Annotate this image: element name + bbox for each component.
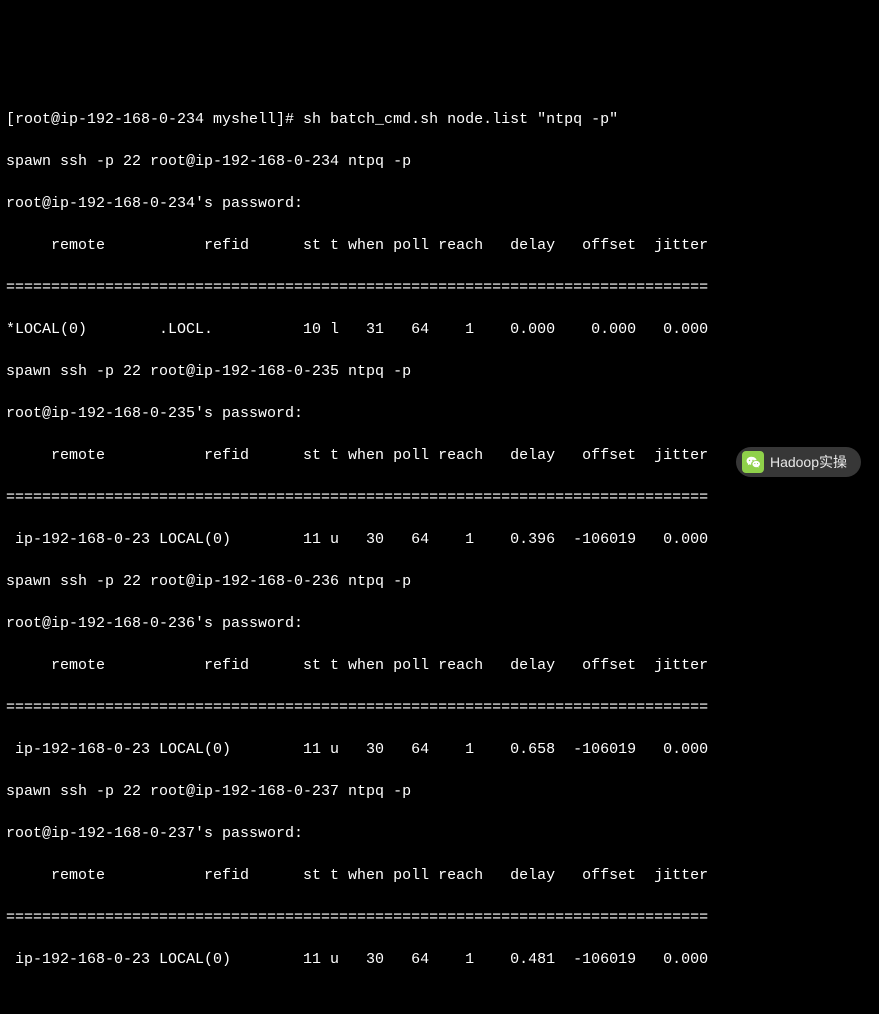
ntpq-header: remote refid st t when poll reach delay … (6, 655, 873, 676)
divider-line: ========================================… (6, 487, 873, 508)
spawn-line: spawn ssh -p 22 root@ip-192-168-0-237 nt… (6, 781, 873, 802)
ntpq-row: ip-192-168-0-23 LOCAL(0) 11 u 30 64 1 0.… (6, 739, 873, 760)
ntpq-header: remote refid st t when poll reach delay … (6, 235, 873, 256)
ntpq-header: remote refid st t when poll reach delay … (6, 865, 873, 886)
spawn-line: spawn ssh -p 22 root@ip-192-168-0-236 nt… (6, 571, 873, 592)
divider-line: ========================================… (6, 277, 873, 298)
shell-prompt-line: [root@ip-192-168-0-234 myshell]# sh batc… (6, 109, 873, 130)
wechat-icon (742, 451, 764, 473)
password-prompt: root@ip-192-168-0-234's password: (6, 193, 873, 214)
password-prompt: root@ip-192-168-0-237's password: (6, 823, 873, 844)
spawn-line: spawn ssh -p 22 root@ip-192-168-0-235 nt… (6, 361, 873, 382)
ntpq-row: ip-192-168-0-23 LOCAL(0) 11 u 30 64 1 0.… (6, 529, 873, 550)
divider-line: ========================================… (6, 697, 873, 718)
password-prompt: root@ip-192-168-0-236's password: (6, 613, 873, 634)
watermark-text: Hadoop实操 (770, 452, 847, 473)
divider-line: ========================================… (6, 907, 873, 928)
terminal-output: [root@ip-192-168-0-234 myshell]# sh batc… (0, 84, 879, 995)
ntpq-row: *LOCAL(0) .LOCL. 10 l 31 64 1 0.000 0.00… (6, 319, 873, 340)
password-prompt: root@ip-192-168-0-235's password: (6, 403, 873, 424)
watermark-badge: Hadoop实操 (736, 447, 861, 477)
spawn-line: spawn ssh -p 22 root@ip-192-168-0-234 nt… (6, 151, 873, 172)
ntpq-row: ip-192-168-0-23 LOCAL(0) 11 u 30 64 1 0.… (6, 949, 873, 970)
